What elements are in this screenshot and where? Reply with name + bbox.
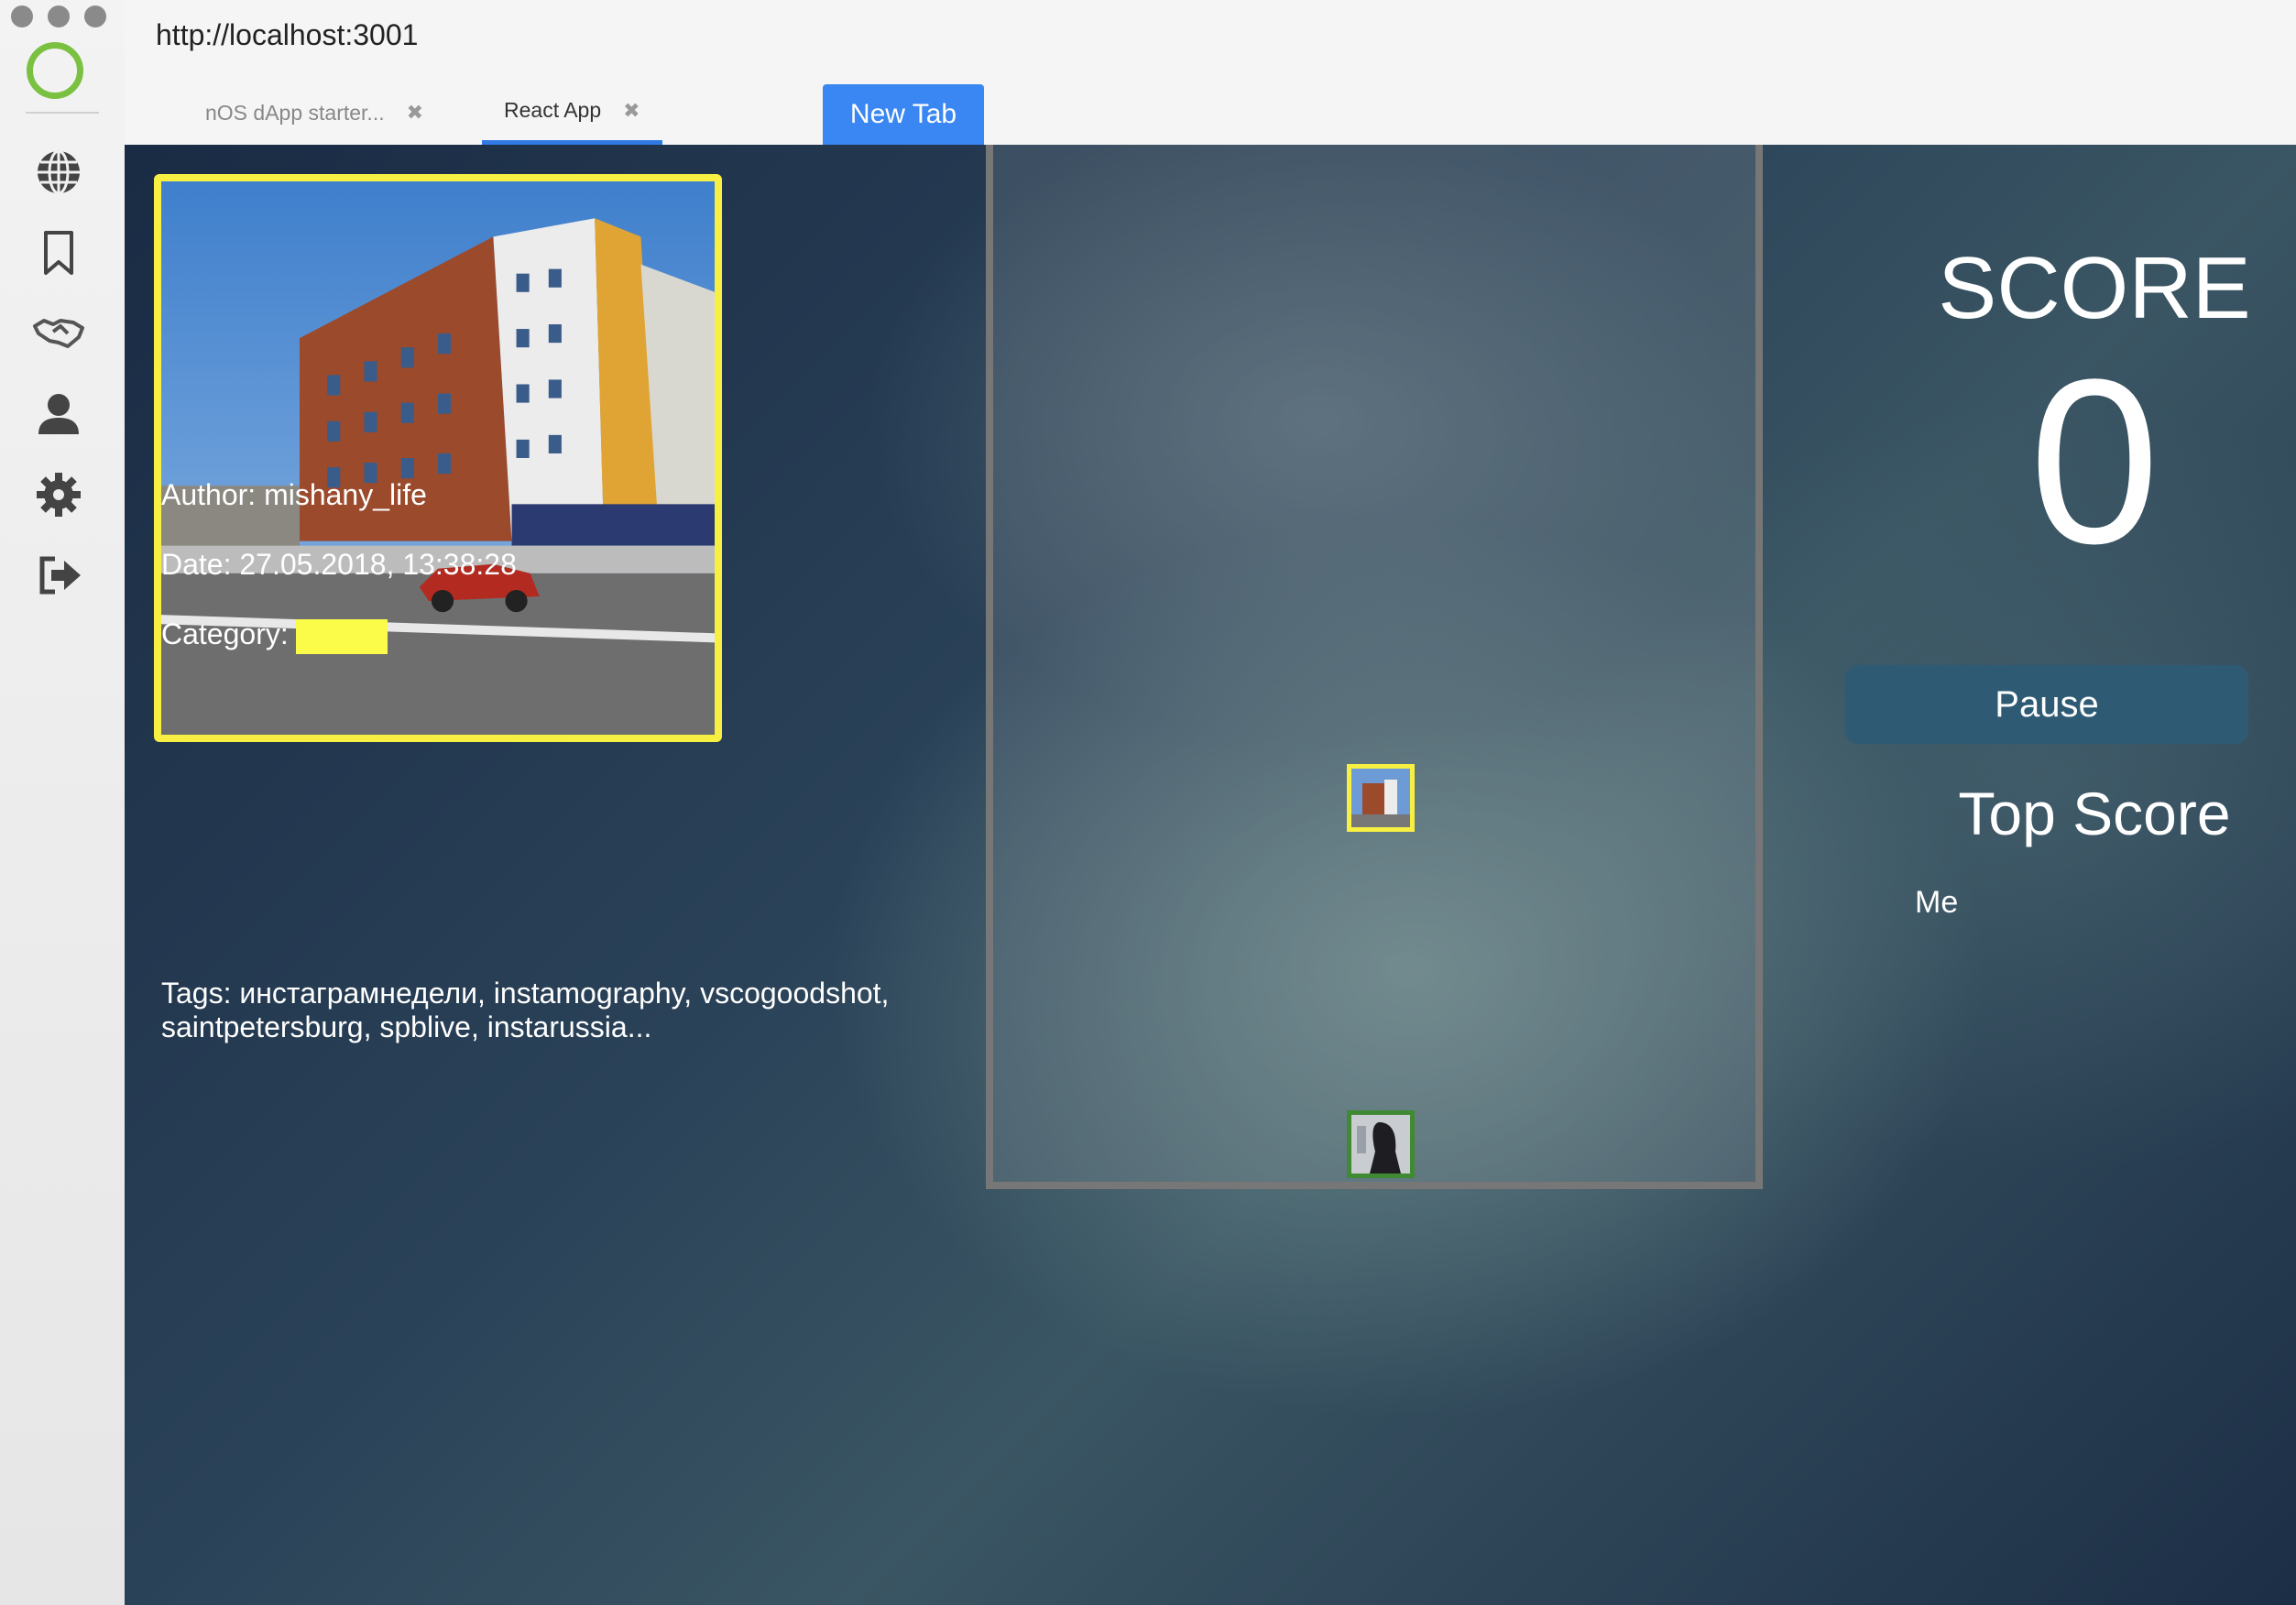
landed-photo-piece: [1347, 1110, 1415, 1178]
top-score-entry: Me: [1915, 885, 1959, 920]
gear-icon[interactable]: [31, 467, 86, 522]
photo-author: Author: mishany_life: [161, 478, 427, 511]
pause-button[interactable]: Pause: [1845, 665, 2248, 744]
globe-icon[interactable]: [31, 145, 86, 200]
url-field[interactable]: http://localhost:3001: [156, 18, 418, 52]
tab-react-app[interactable]: React App ✖: [482, 81, 662, 145]
photo-category: Category:: [161, 617, 388, 654]
tab-label: React App: [504, 98, 602, 122]
new-tab-button[interactable]: New Tab: [823, 84, 984, 145]
sidebar-divider: [26, 112, 99, 114]
score-value: 0: [2028, 331, 2160, 593]
selected-photo: [154, 174, 722, 742]
window-controls: [11, 5, 106, 27]
tags-line-1: Tags: инстаграмнедели, instamography, vs…: [161, 977, 890, 1010]
user-icon[interactable]: [31, 387, 86, 442]
tab-bar: nOS dApp starter... ✖ React App ✖ New Ta…: [125, 81, 2296, 145]
category-label: Category:: [161, 617, 289, 650]
close-window-button[interactable]: [11, 5, 33, 27]
address-bar: http://localhost:3001: [125, 0, 2296, 82]
photo-date: Date: 27.05.2018, 13:38:28: [161, 548, 517, 581]
bookmark-icon[interactable]: [31, 225, 86, 280]
close-tab-icon[interactable]: ✖: [623, 99, 640, 123]
nos-logo[interactable]: [27, 42, 83, 99]
app-content: Author: mishany_life Date: 27.05.2018, 1…: [125, 145, 2296, 1605]
tab-label: nOS dApp starter...: [205, 100, 385, 125]
game-board[interactable]: [986, 145, 1763, 1189]
photo-tags: Tags: инстаграмнедели, instamography, vs…: [161, 977, 986, 1044]
logout-icon[interactable]: [31, 548, 86, 603]
tags-line-2: saintpetersburg, spblive, instarussia...: [161, 1010, 652, 1043]
score-title: SCORE: [1938, 239, 2251, 337]
close-tab-icon[interactable]: ✖: [407, 101, 423, 125]
minimize-window-button[interactable]: [48, 5, 70, 27]
category-color-swatch: [295, 618, 388, 654]
sidebar: [0, 0, 126, 1605]
tab-nos-dapp-starter[interactable]: nOS dApp starter... ✖: [205, 81, 423, 145]
top-score-title: Top Score: [1958, 780, 2231, 847]
handshake-icon[interactable]: [31, 306, 86, 361]
falling-photo-piece: [1347, 764, 1415, 832]
maximize-window-button[interactable]: [84, 5, 106, 27]
